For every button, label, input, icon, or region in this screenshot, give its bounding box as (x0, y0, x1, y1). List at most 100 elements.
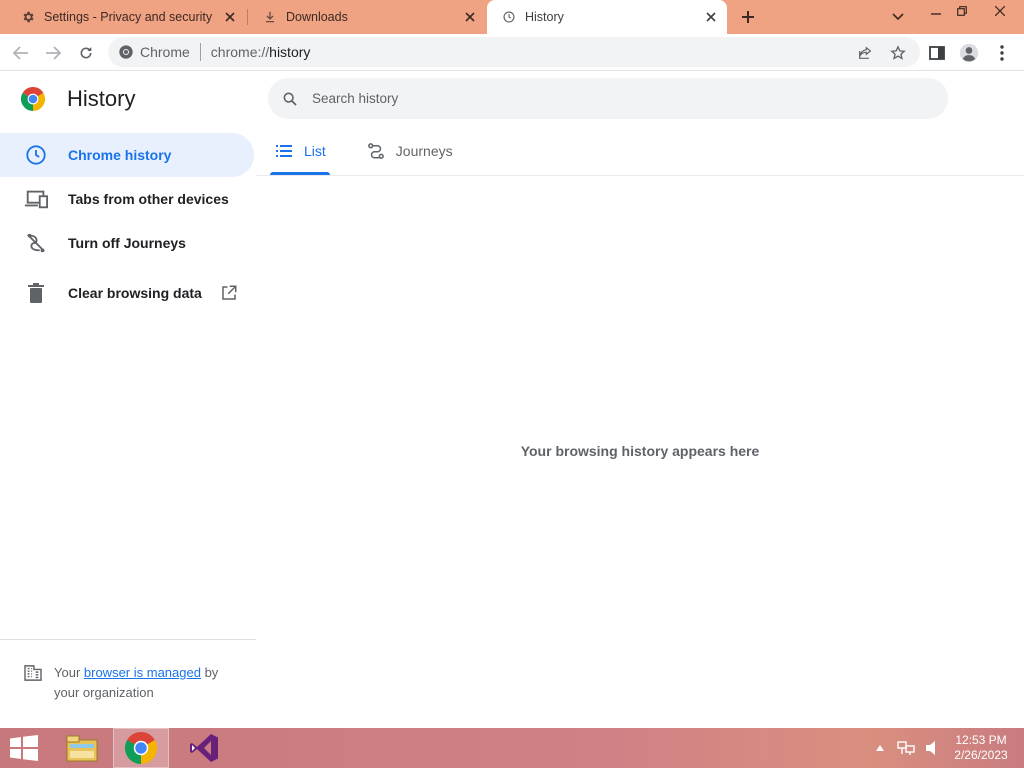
chevron-up-icon (876, 745, 884, 751)
tab-history[interactable]: History (487, 0, 727, 34)
share-button[interactable] (852, 40, 878, 66)
devices-icon (24, 187, 48, 211)
history-icon (501, 9, 517, 25)
managed-text: Your browser is managed by your organiza… (54, 663, 244, 703)
sidebar-item-label: Turn off Journeys (68, 235, 186, 251)
visual-studio-icon (190, 734, 218, 762)
tabs-divider (256, 175, 1024, 176)
side-panel-button[interactable] (924, 40, 950, 66)
building-icon (24, 663, 42, 703)
sidebar-item-chrome-history[interactable]: Chrome history (0, 133, 254, 177)
search-input[interactable] (312, 91, 872, 106)
new-tab-button[interactable] (736, 5, 760, 29)
tab-title: History (525, 10, 564, 24)
tab-settings[interactable]: Settings - Privacy and security (6, 0, 246, 34)
sidebar-item-label: Chrome history (68, 147, 172, 163)
restore-icon (957, 6, 967, 16)
close-icon[interactable] (220, 7, 240, 27)
history-page: History Chrome history Tabs from other d… (0, 71, 1024, 728)
sidebar-item-other-devices[interactable]: Tabs from other devices (0, 177, 256, 221)
restore-button[interactable] (946, 0, 978, 22)
omnibox-divider (199, 43, 201, 61)
open-in-new-icon (220, 284, 238, 302)
more-vert-icon (1000, 45, 1004, 61)
bookmark-button[interactable] (885, 40, 911, 66)
back-button[interactable] (8, 40, 34, 66)
sidebar-item-turn-off-journeys[interactable]: Turn off Journeys (0, 221, 256, 265)
chrome-site-icon (119, 45, 133, 59)
network-icon (897, 741, 915, 755)
tray-network-button[interactable] (895, 728, 917, 768)
chrome-logo-icon (20, 86, 46, 111)
close-icon (995, 6, 1005, 16)
tray-volume-button[interactable] (922, 728, 942, 768)
managed-link[interactable]: browser is managed (84, 665, 201, 680)
tab-title: Downloads (286, 10, 348, 24)
clock-date: 2/26/2023 (954, 748, 1008, 762)
minimize-icon (931, 13, 941, 15)
sidebar-item-label: Clear browsing data (68, 285, 202, 301)
menu-button[interactable] (989, 40, 1015, 66)
sidebar: Chrome history Tabs from other devices T… (0, 133, 256, 315)
managed-prefix: Your (54, 665, 84, 680)
arrow-right-icon (46, 46, 61, 60)
reload-icon (80, 47, 92, 59)
close-icon[interactable] (701, 7, 721, 27)
close-window-button[interactable] (984, 0, 1016, 22)
arrow-left-icon (13, 46, 28, 60)
avatar-icon (959, 43, 979, 63)
star-icon (890, 45, 906, 60)
url-scheme: chrome:// (210, 44, 270, 60)
download-icon (262, 9, 278, 25)
taskbar-visual-studio[interactable] (176, 728, 232, 768)
url-text[interactable]: chrome://history (211, 44, 311, 60)
page-title: History (67, 86, 136, 111)
windows-logo-icon (10, 735, 38, 761)
tab-strip: Settings - Privacy and security Download… (0, 0, 1024, 34)
profile-button[interactable] (956, 40, 982, 66)
search-icon (283, 92, 297, 106)
close-icon[interactable] (460, 7, 480, 27)
managed-notice: Your browser is managed by your organiza… (24, 663, 244, 703)
trash-icon (24, 281, 48, 305)
start-button[interactable] (0, 728, 48, 768)
sidebar-item-label: Tabs from other devices (68, 191, 229, 207)
tab-title: Settings - Privacy and security (44, 10, 213, 24)
empty-state-message: Your browsing history appears here (520, 443, 760, 459)
clock-time: 12:53 PM (955, 733, 1007, 747)
forward-button[interactable] (40, 40, 66, 66)
journeys-icon (366, 141, 386, 161)
list-icon (274, 141, 294, 161)
share-icon (859, 46, 872, 59)
clock-icon (24, 143, 48, 167)
speaker-icon (926, 741, 935, 755)
file-explorer-icon (66, 735, 98, 762)
taskbar-file-explorer[interactable] (54, 728, 110, 768)
system-clock[interactable]: 12:53 PM 2/26/2023 (946, 733, 1016, 763)
plus-icon (742, 11, 754, 23)
site-chip[interactable]: Chrome (118, 44, 190, 60)
tab-downloads[interactable]: Downloads (248, 0, 486, 34)
tab-list[interactable]: List (270, 127, 330, 175)
tray-overflow-button[interactable] (872, 728, 888, 768)
chrome-icon (125, 732, 157, 764)
journeys-off-icon (24, 231, 48, 255)
gear-icon (20, 9, 36, 25)
search-bar[interactable] (268, 78, 948, 119)
url-host: history (269, 44, 311, 60)
browser-toolbar: Chrome chrome://history (0, 34, 1024, 71)
taskbar: 12:53 PM 2/26/2023 (0, 728, 1024, 768)
history-tabs: List Journeys (270, 127, 489, 175)
tab-journeys[interactable]: Journeys (362, 127, 457, 175)
sidebar-item-clear-browsing-data[interactable]: Clear browsing data (0, 271, 256, 315)
reload-button[interactable] (73, 40, 99, 66)
site-name: Chrome (140, 44, 190, 60)
tab-label: Journeys (395, 143, 453, 159)
tab-label: List (304, 143, 326, 159)
side-panel-icon (929, 46, 945, 60)
taskbar-chrome[interactable] (113, 728, 169, 768)
chevron-down-icon (892, 13, 904, 21)
tab-search-button[interactable] (882, 6, 914, 28)
sidebar-divider (0, 639, 256, 640)
address-bar[interactable]: Chrome chrome://history (108, 37, 920, 67)
